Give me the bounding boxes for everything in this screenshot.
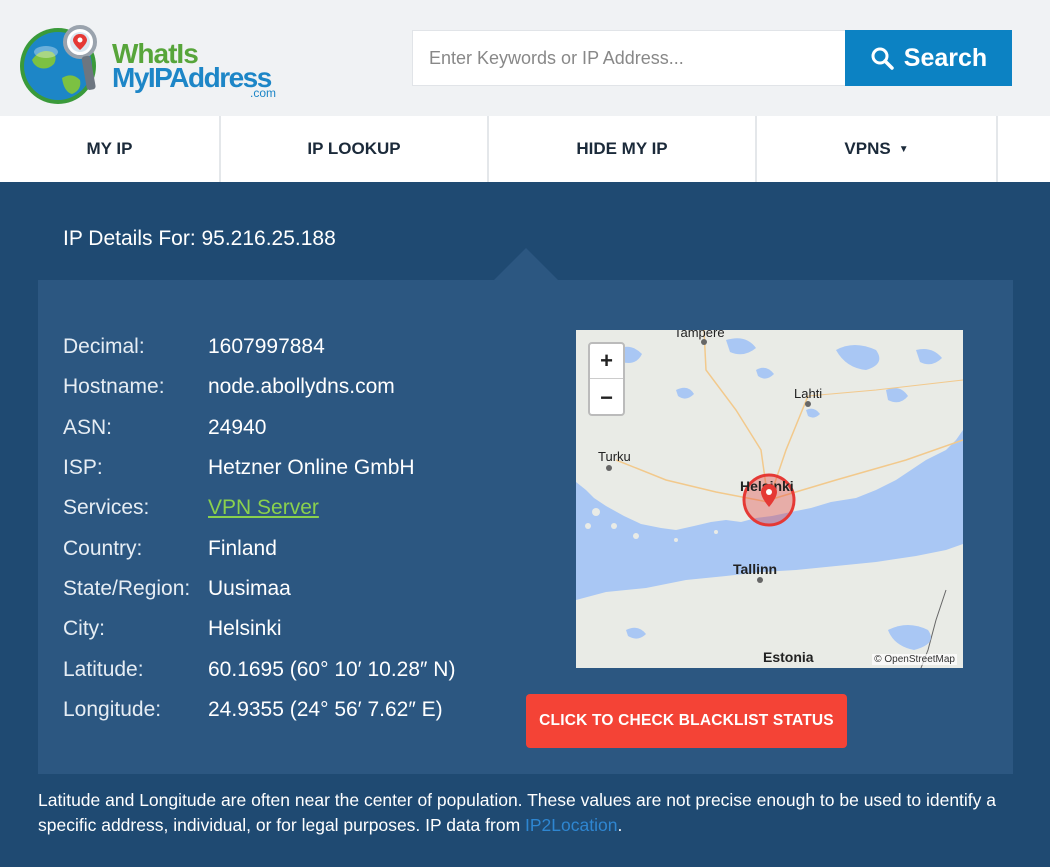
detail-value: 1607997884 — [208, 335, 325, 358]
detail-label: City: — [63, 617, 105, 640]
search-icon — [871, 47, 894, 70]
detail-label: Hostname: — [63, 375, 165, 398]
logo-text-myipaddress: MyIPAddress — [112, 62, 272, 93]
nav-item-my-ip[interactable]: MY IP — [0, 116, 219, 182]
detail-label: Country: — [63, 537, 143, 560]
detail-value: 24.9355 (24° 56′ 7.62″ E) — [208, 698, 443, 721]
zoom-out-button[interactable]: − — [590, 380, 623, 415]
map-attribution[interactable]: © OpenStreetMap — [872, 654, 957, 665]
detail-label: Decimal: — [63, 335, 145, 358]
map-label-tallinn: Tallinn — [733, 561, 778, 577]
nav-item-overflow — [998, 116, 1050, 182]
detail-label: State/Region: — [63, 577, 191, 600]
ip2location-link[interactable]: IP2Location — [525, 815, 617, 835]
disclaimer-text: Latitude and Longitude are often near th… — [38, 790, 997, 835]
map-label-estonia: Estonia — [763, 649, 814, 665]
detail-value: Uusimaa — [208, 577, 291, 600]
site-logo[interactable]: WhatIs MyIPAddress .com — [18, 20, 288, 110]
map-label-tampere: Tampere — [674, 330, 725, 340]
zoom-in-button[interactable]: + — [590, 344, 623, 379]
detail-value: 24940 — [208, 416, 267, 439]
detail-label: Services: — [63, 496, 150, 519]
detail-label: ISP: — [63, 456, 103, 479]
nav-item-label: IP LOOKUP — [307, 139, 401, 158]
detail-label: ASN: — [63, 416, 113, 439]
vpn-server-link[interactable]: VPN Server — [208, 496, 319, 520]
detail-value: Finland — [208, 537, 277, 560]
main-content: IP Details For: 95.216.25.188 Decimal: 1… — [0, 182, 1050, 867]
logo-text-com: .com — [250, 86, 277, 100]
chevron-down-icon: ▼ — [898, 143, 909, 155]
search-button[interactable]: Search — [845, 30, 1012, 86]
detail-value: Helsinki — [208, 617, 282, 640]
main-nav: MY IP IP LOOKUP HIDE MY IP VPNS ▼ — [0, 116, 1050, 182]
map-label-turku: Turku — [598, 449, 631, 464]
location-disclaimer: Latitude and Longitude are often near th… — [38, 788, 998, 838]
location-map[interactable]: Tampere Lahti Turku Helsinki Tallinn Est… — [576, 330, 963, 668]
map-label-lahti: Lahti — [794, 386, 823, 401]
detail-value: 60.1695 (60° 10′ 10.28″ N) — [208, 658, 456, 681]
ip-details-card: Decimal: 1607997884 Hostname: node.aboll… — [38, 280, 1013, 774]
nav-item-label: HIDE MY IP — [576, 139, 668, 158]
detail-label: Longitude: — [63, 698, 162, 721]
nav-item-ip-lookup[interactable]: IP LOOKUP — [221, 116, 487, 182]
search-button-label: Search — [903, 43, 988, 72]
nav-item-label: VPNS — [844, 139, 891, 158]
check-blacklist-button[interactable]: CLICK TO CHECK BLACKLIST STATUS — [526, 694, 847, 748]
map-zoom-control: + − — [588, 342, 625, 416]
globe-magnifier-icon — [20, 25, 97, 104]
detail-value: Hetzner Online GmbH — [208, 456, 415, 479]
search-input[interactable] — [412, 30, 845, 86]
page-title: IP Details For: 95.216.25.188 — [63, 227, 336, 250]
nav-item-vpns[interactable]: VPNS ▼ — [757, 116, 996, 182]
site-header: WhatIs MyIPAddress .com Search — [0, 0, 1050, 116]
detail-value: node.abollydns.com — [208, 375, 395, 398]
detail-label: Latitude: — [63, 658, 144, 681]
card-notch — [493, 248, 559, 281]
disclaimer-end: . — [617, 815, 623, 835]
nav-item-label: MY IP — [86, 139, 133, 158]
map-pin-icon — [761, 484, 777, 507]
nav-item-hide-my-ip[interactable]: HIDE MY IP — [489, 116, 755, 182]
